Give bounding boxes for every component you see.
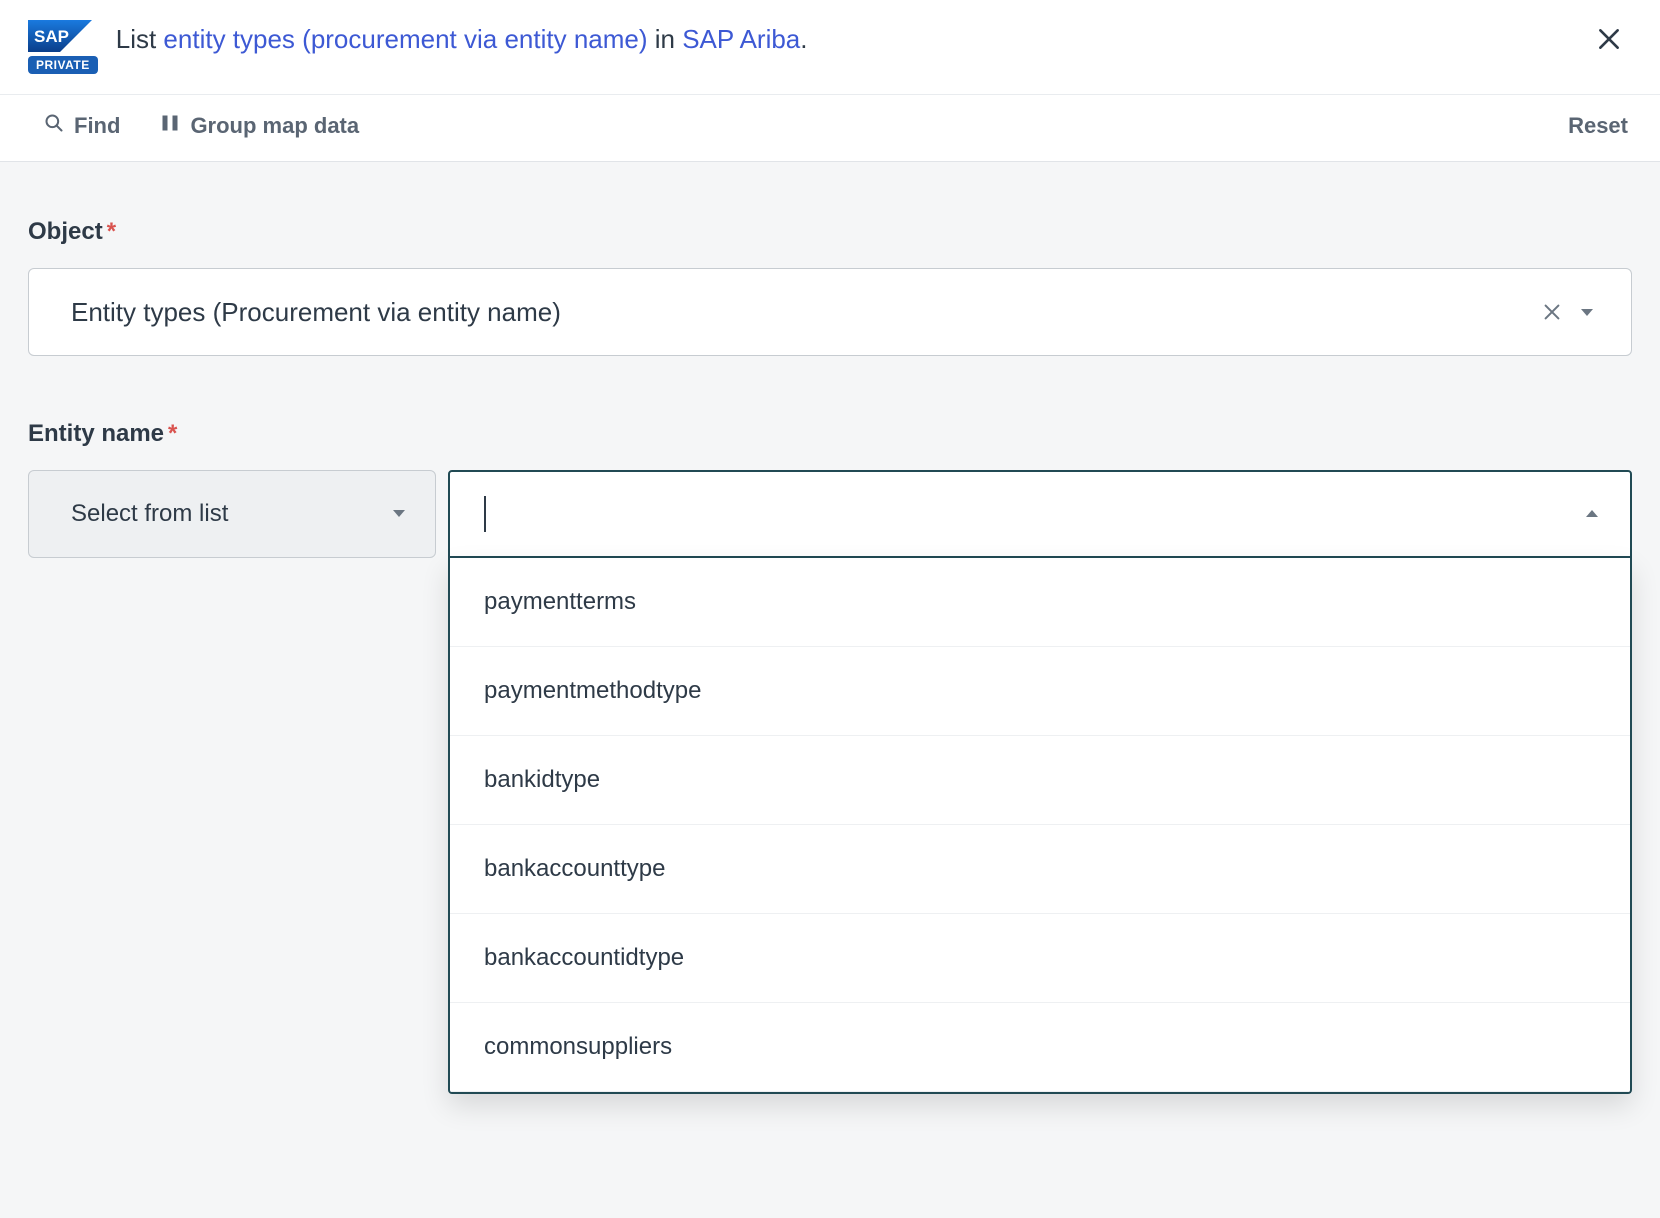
header-title-row: SAP PRIVATE List entity types (procureme… <box>0 0 1660 94</box>
entity-option[interactable]: paymentmethodtype <box>450 647 1630 736</box>
title-prefix: List <box>116 24 164 54</box>
close-icon <box>1541 301 1563 323</box>
object-value: Entity types (Procurement via entity nam… <box>71 297 1533 328</box>
dialog-header: SAP PRIVATE List entity types (procureme… <box>0 0 1660 162</box>
entity-option[interactable]: commonsuppliers <box>450 1003 1630 1092</box>
text-cursor-icon <box>484 496 486 532</box>
entity-option[interactable]: paymentterms <box>450 558 1630 647</box>
title-mid: in <box>648 24 683 54</box>
object-clear-button[interactable] <box>1533 293 1571 331</box>
object-label-text: Object <box>28 218 103 245</box>
private-badge: PRIVATE <box>28 56 98 74</box>
sap-logo-icon: SAP <box>28 20 92 52</box>
logo-block: SAP PRIVATE <box>28 20 98 74</box>
entity-mode-select[interactable]: Select from list <box>28 470 436 558</box>
chevron-up-icon <box>1584 506 1600 522</box>
chevron-down-icon <box>1579 304 1595 320</box>
entity-option[interactable]: bankaccounttype <box>450 825 1630 914</box>
entity-name-field-label: Entity name* <box>28 420 1632 448</box>
title-suffix: . <box>800 24 807 54</box>
svg-text:SAP: SAP <box>34 27 69 46</box>
find-label: Find <box>74 113 120 139</box>
entity-dropdown: paymentterms paymentmethodtype bankidtyp… <box>448 558 1632 1094</box>
object-field-label: Object* <box>28 218 1632 246</box>
entity-option[interactable]: bankaccountidtype <box>450 914 1630 1003</box>
entity-combobox-wrap: paymentterms paymentmethodtype bankidtyp… <box>448 470 1632 558</box>
close-button[interactable] <box>1590 20 1628 58</box>
chevron-down-icon <box>391 500 407 528</box>
entity-input[interactable] <box>484 496 1576 532</box>
object-expand-button[interactable] <box>1571 296 1603 328</box>
map-icon <box>160 113 180 139</box>
group-map-data-button[interactable]: Group map data <box>160 113 359 139</box>
entity-collapse-button[interactable] <box>1576 498 1608 530</box>
close-icon <box>1596 26 1622 52</box>
entity-option[interactable]: bankidtype <box>450 736 1630 825</box>
dialog-title: List entity types (procurement via entit… <box>116 20 1572 57</box>
entity-dropdown-list[interactable]: paymentterms paymentmethodtype bankidtyp… <box>450 558 1630 1092</box>
required-marker: * <box>168 420 177 447</box>
toolbar: Find Group map data Reset <box>0 94 1660 161</box>
entity-name-row: Select from list paymentterms pay <box>28 470 1632 558</box>
form-area: Object* Entity types (Procurement via en… <box>0 162 1660 558</box>
group-label: Group map data <box>190 113 359 139</box>
entity-mode-label: Select from list <box>71 500 391 528</box>
title-product-link[interactable]: SAP Ariba <box>682 24 800 54</box>
find-button[interactable]: Find <box>44 113 120 139</box>
entity-combobox[interactable] <box>448 470 1632 558</box>
title-entity-link[interactable]: entity types (procurement via entity nam… <box>163 24 647 54</box>
reset-button[interactable]: Reset <box>1568 113 1628 139</box>
required-marker: * <box>107 218 116 245</box>
search-icon <box>44 113 64 139</box>
object-combobox[interactable]: Entity types (Procurement via entity nam… <box>28 268 1632 356</box>
entity-label-text: Entity name <box>28 420 164 447</box>
